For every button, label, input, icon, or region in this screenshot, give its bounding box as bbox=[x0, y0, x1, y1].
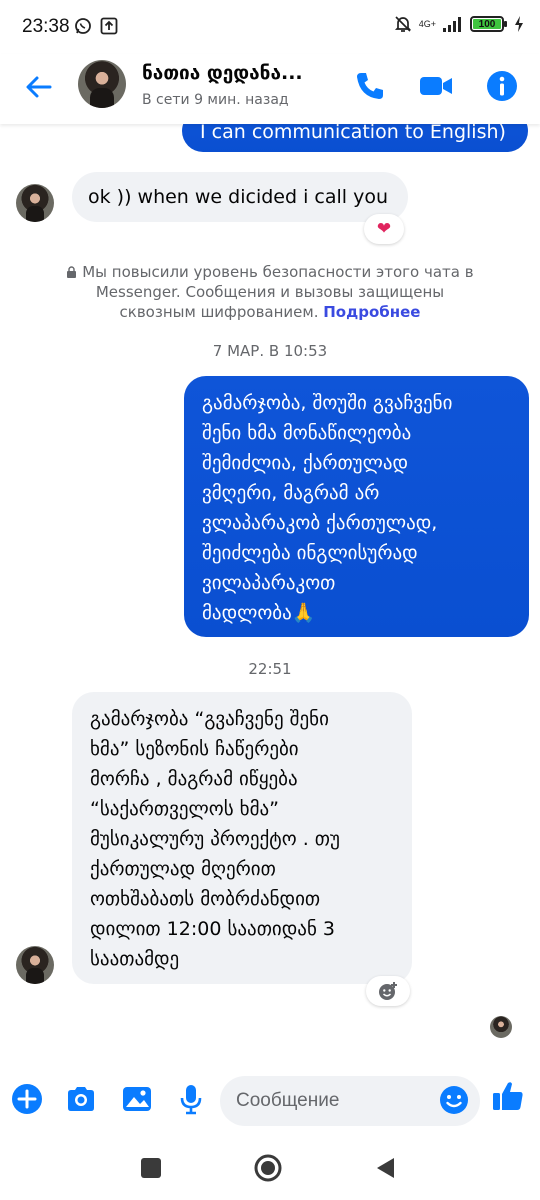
message-text: გამარჯობა “გვაჩვენე შენი ხმა” სეზონის ჩა… bbox=[90, 708, 340, 970]
timestamp: 22:51 bbox=[248, 660, 292, 678]
whatsapp-icon bbox=[75, 18, 91, 34]
thumbs-up-icon[interactable] bbox=[490, 1078, 526, 1114]
encryption-notice: Мы повысили уровень безопасности этого ч… bbox=[60, 262, 480, 322]
emoji-icon[interactable] bbox=[438, 1084, 470, 1116]
network-type: 4G+ bbox=[418, 18, 436, 29]
contact-name[interactable]: ნათია დედანა... bbox=[142, 62, 332, 84]
upload-icon bbox=[100, 17, 118, 35]
contact-status: В сети 9 мин. назад bbox=[142, 92, 289, 108]
learn-more-link[interactable]: Подробнее bbox=[323, 303, 420, 321]
nav-back-icon[interactable] bbox=[374, 1156, 396, 1180]
add-reaction-icon[interactable] bbox=[366, 976, 410, 1006]
mute-icon bbox=[394, 16, 411, 32]
message-text: I can communication to English) bbox=[200, 124, 506, 143]
recents-icon[interactable] bbox=[140, 1157, 162, 1179]
sender-avatar[interactable] bbox=[16, 946, 54, 984]
reaction-emoji: ❤ bbox=[376, 219, 392, 239]
heart-reaction-icon[interactable]: ❤ bbox=[364, 214, 404, 244]
outgoing-message[interactable]: გამარჯობა, შოუში გვაჩვენი შენი ხმა მონაწ… bbox=[184, 376, 529, 637]
system-nav-bar bbox=[0, 1140, 540, 1200]
home-icon[interactable] bbox=[254, 1154, 282, 1182]
timestamp: 7 МАР. В 10:53 bbox=[212, 342, 328, 360]
info-icon[interactable] bbox=[484, 68, 520, 104]
message-text: ok )) when we dicided i call you bbox=[88, 186, 388, 208]
outgoing-message[interactable]: I can communication to English) bbox=[182, 124, 528, 152]
incoming-message[interactable]: ok )) when we dicided i call you bbox=[72, 172, 408, 222]
avatar[interactable] bbox=[78, 60, 126, 108]
battery-icon: 100 bbox=[470, 16, 507, 32]
battery-level: 100 bbox=[473, 19, 501, 30]
lock-icon bbox=[67, 266, 77, 278]
status-right: 4G+ 100 bbox=[393, 14, 524, 34]
gallery-icon[interactable] bbox=[120, 1082, 154, 1116]
signal-icon bbox=[443, 17, 461, 32]
plus-icon[interactable] bbox=[10, 1082, 44, 1116]
sender-avatar[interactable] bbox=[16, 184, 54, 222]
video-icon[interactable] bbox=[418, 68, 454, 104]
phone-icon[interactable] bbox=[352, 68, 388, 104]
camera-icon[interactable] bbox=[64, 1082, 98, 1116]
emoji-add-icon bbox=[379, 982, 397, 1000]
message-list[interactable]: I can communication to English) ok )) wh… bbox=[0, 124, 540, 1064]
chat-header: ნათია დედანა... В сети 9 мин. назад bbox=[0, 54, 540, 124]
status-bar: 23:38 4G+ 100 bbox=[0, 0, 540, 54]
mic-icon[interactable] bbox=[174, 1082, 208, 1116]
back-arrow-icon[interactable] bbox=[22, 70, 56, 104]
status-time: 23:38 bbox=[22, 16, 70, 37]
incoming-message[interactable]: გამარჯობა “გვაჩვენე შენი ხმა” სეზონის ჩა… bbox=[72, 692, 412, 984]
composer bbox=[0, 1070, 540, 1130]
seen-avatar bbox=[490, 1016, 512, 1038]
message-text: გამარჯობა, შოუში გვაჩვენი შენი ხმა მონაწ… bbox=[202, 392, 453, 624]
charging-icon bbox=[515, 16, 523, 32]
